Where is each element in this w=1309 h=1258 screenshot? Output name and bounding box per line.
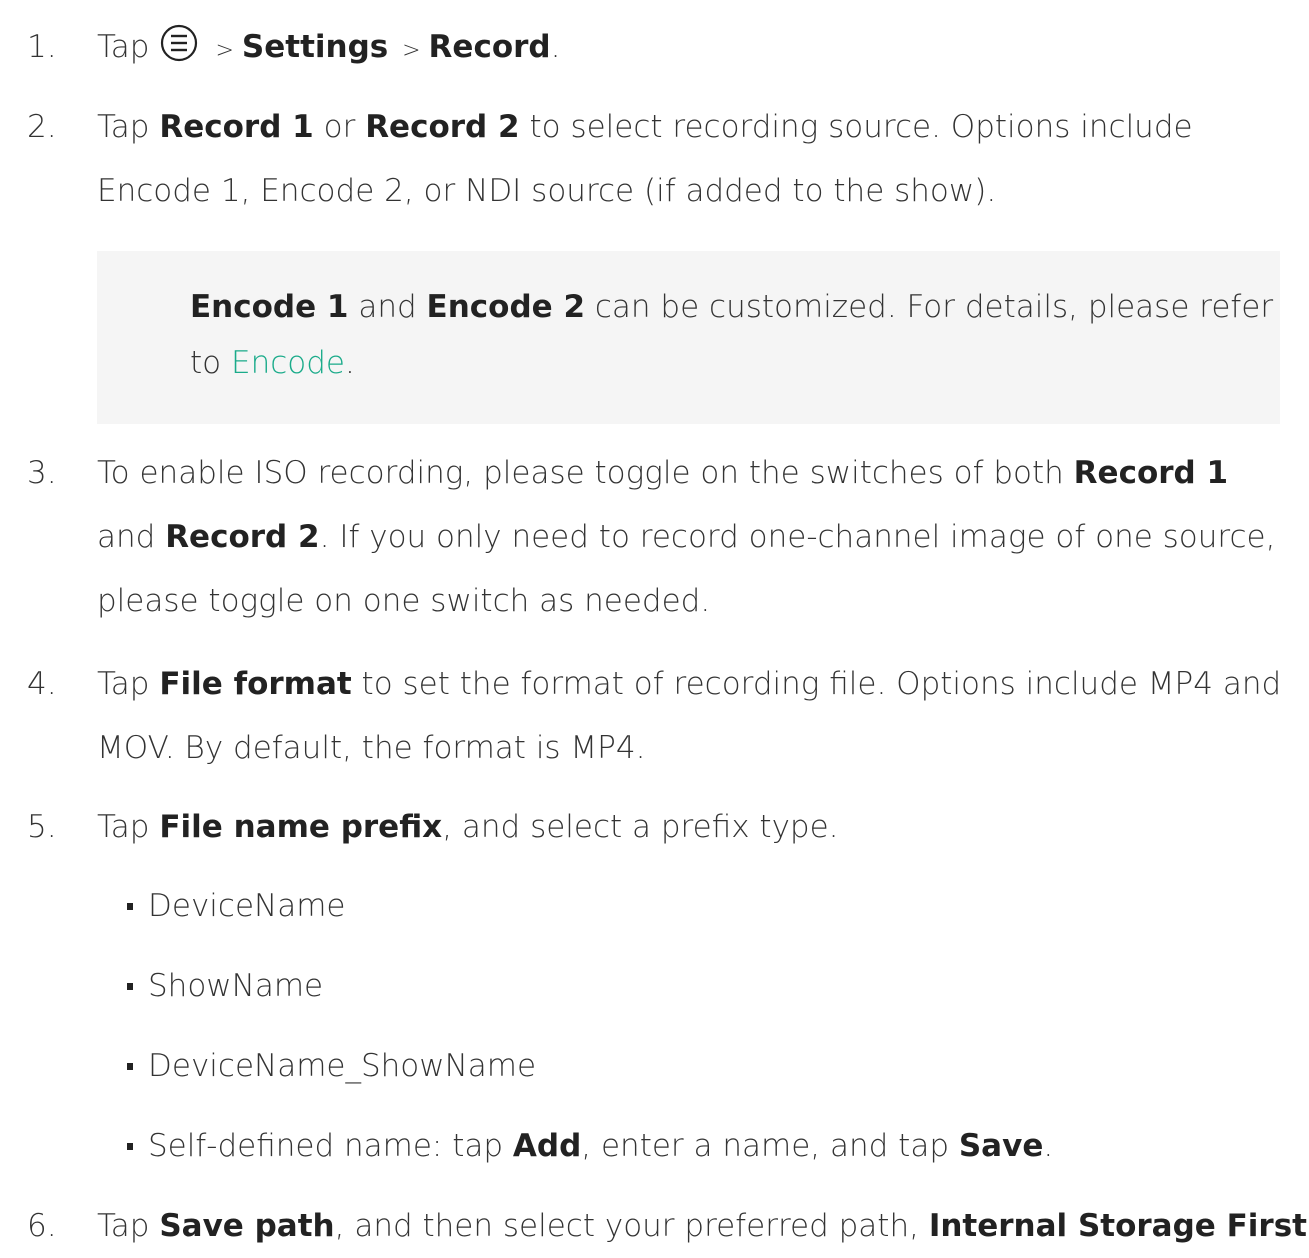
encode-link[interactable]: Encode <box>231 345 345 381</box>
settings-label: Settings <box>241 29 389 65</box>
bullet-icon <box>127 1143 133 1150</box>
step-number: 1. <box>27 29 57 65</box>
note-box: Encode 1 and Encode 2 can be customized.… <box>97 251 1280 424</box>
step-number: 6. <box>27 1208 57 1244</box>
step-number: 2. <box>27 109 57 145</box>
document: 1. Tap > Settings > Record. 2. Tap Record 1… <box>0 0 1309 1244</box>
step-text: Tap Save path, and then select your pref… <box>97 1208 1307 1244</box>
bullet-icon <box>127 1063 133 1070</box>
menu-circle-icon[interactable] <box>159 23 199 63</box>
step-number: 3. <box>27 455 57 491</box>
note-text: Encode 1 and Encode 2 can be customized.… <box>190 289 1274 381</box>
step-number: 4. <box>27 666 57 702</box>
record-label: Record <box>428 29 551 65</box>
step-text: To enable ISO recording, please toggle o… <box>97 455 1276 619</box>
step-text: Tap > Settings > Record. <box>97 15 1297 83</box>
step-text: Tap Record 1 or Record 2 to select recor… <box>97 109 1193 209</box>
step-text: Tap File name prefix, and select a prefi… <box>97 809 839 845</box>
step-text: Tap File format to set the format of rec… <box>97 666 1282 766</box>
bullet-icon <box>127 903 133 910</box>
step-number: 5. <box>27 809 57 845</box>
bullet-icon <box>127 983 133 990</box>
